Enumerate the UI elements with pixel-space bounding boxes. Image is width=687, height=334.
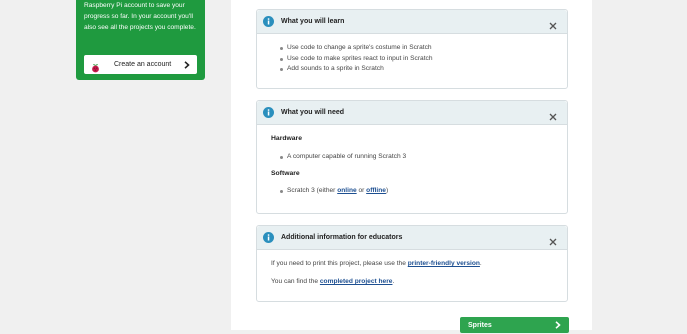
completed-project-link[interactable]: completed project here bbox=[320, 278, 393, 285]
find-prefix: You can find the bbox=[271, 278, 320, 285]
chevron-right-icon bbox=[555, 316, 561, 334]
create-account-label: Create an account bbox=[114, 61, 172, 68]
close-icon[interactable] bbox=[549, 108, 557, 121]
hardware-list: A computer capable of running Scratch 3 bbox=[273, 152, 406, 163]
close-icon[interactable] bbox=[549, 17, 557, 30]
list-item: Use code to make sprites react to input … bbox=[273, 54, 567, 65]
close-icon[interactable] bbox=[549, 233, 557, 246]
educators-panel: Additional information for educators If … bbox=[256, 225, 568, 302]
learn-list: Use code to change a sprite's costume in… bbox=[257, 43, 567, 75]
next-step-button[interactable]: Sprites bbox=[460, 317, 569, 333]
list-item: Add sounds to a sprite in Scratch bbox=[273, 64, 567, 75]
list-item: A computer capable of running Scratch 3 bbox=[273, 152, 406, 163]
learn-panel-header[interactable]: What you will learn bbox=[257, 10, 567, 34]
info-icon bbox=[263, 107, 274, 118]
next-step-label: Sprites bbox=[468, 321, 492, 329]
need-panel: What you will need Hardware A computer c… bbox=[256, 100, 568, 214]
print-prefix: If you need to print this project, pleas… bbox=[271, 260, 408, 267]
list-item: Use code to change a sprite's costume in… bbox=[273, 43, 567, 54]
list-item: Scratch 3 (either online or offline) bbox=[273, 186, 388, 197]
raspberry-pi-logo-icon bbox=[91, 60, 100, 72]
learn-panel-title: What you will learn bbox=[281, 18, 345, 25]
find-suffix: . bbox=[392, 278, 395, 285]
hardware-heading: Hardware bbox=[271, 135, 302, 142]
print-suffix: . bbox=[479, 260, 482, 267]
chevron-right-icon bbox=[184, 56, 190, 74]
info-icon bbox=[263, 16, 274, 27]
educators-panel-title: Additional information for educators bbox=[281, 234, 403, 241]
create-account-button[interactable]: Create an account bbox=[84, 55, 197, 74]
scratch-online-link[interactable]: online bbox=[337, 187, 356, 194]
scratch-offline-link[interactable]: offline bbox=[366, 187, 386, 194]
info-icon bbox=[263, 232, 274, 243]
learn-panel: What you will learn Use code to change a… bbox=[256, 9, 568, 89]
need-panel-title: What you will need bbox=[281, 109, 345, 116]
software-prefix: Scratch 3 (either bbox=[287, 187, 338, 194]
educators-panel-header[interactable]: Additional information for educators bbox=[257, 226, 567, 250]
print-text: If you need to print this project, pleas… bbox=[271, 260, 482, 267]
need-panel-header[interactable]: What you will need bbox=[257, 101, 567, 125]
software-or: or bbox=[356, 187, 367, 194]
find-text: You can find the completed project here. bbox=[271, 278, 394, 285]
software-heading: Software bbox=[271, 170, 300, 177]
software-list: Scratch 3 (either online or offline) bbox=[273, 186, 388, 197]
software-suffix: ) bbox=[385, 187, 389, 194]
promo-text: Raspberry Pi account to save your progre… bbox=[84, 2, 196, 31]
printer-friendly-link[interactable]: printer-friendly version bbox=[408, 260, 480, 267]
